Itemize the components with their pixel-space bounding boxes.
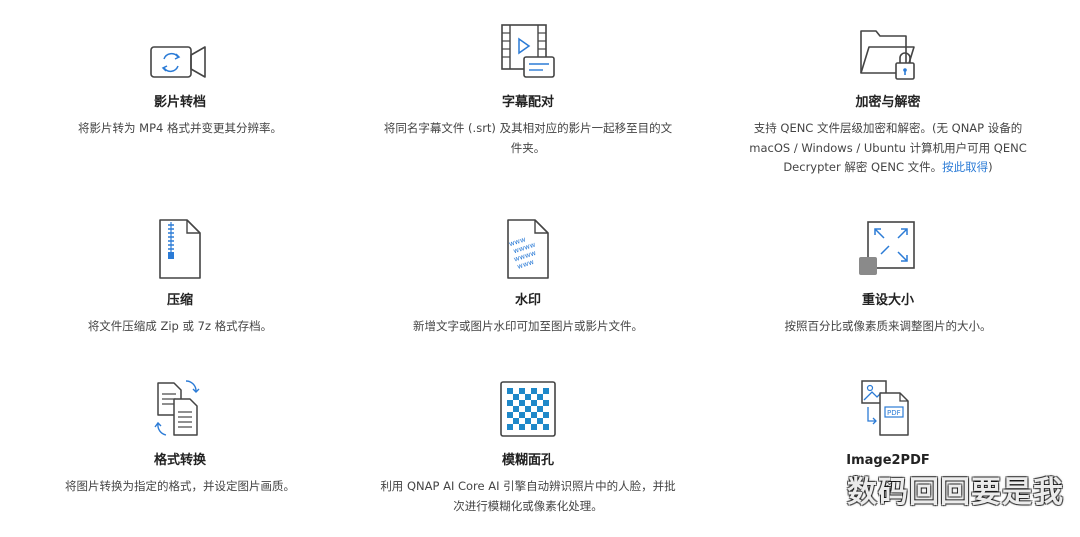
feature-desc-line: Decrypter 解密 QENC 文件。按此取得)	[728, 158, 1048, 178]
feature-desc-line: 将同名字幕文件 (.srt) 及其相对应的影片一起移至目的文	[383, 121, 673, 135]
feature-watermark[interactable]: www wwww wwww www 水印 新增文字或图片水印可加至图片或影片文件…	[348, 214, 708, 344]
feature-title: 压缩	[166, 293, 193, 308]
feature-grid: 影片转档 将影片转为 MP4 格式并变更其分辨率。 字幕配对 将同名字幕文件 (…	[0, 0, 1080, 537]
video-convert-icon	[140, 26, 220, 96]
feature-encrypt[interactable]: 加密与解密 支持 QENC 文件层级加密和解密。(无 QNAP 设备的 macO…	[708, 18, 1068, 188]
watermark-file-icon: www wwww wwww www	[488, 214, 568, 284]
feature-desc-line: macOS / Windows / Ubuntu 计算机用户可用 QENC	[749, 140, 1027, 155]
feature-desc-line: 件夹。	[510, 140, 546, 155]
feature-image2pdf[interactable]: PDF Image2PDF 将	[708, 374, 1068, 514]
feature-title: 影片转档	[153, 95, 206, 110]
feature-desc-line: 支持 QENC 文件层级加密和解密。(无 QNAP 设备的	[753, 121, 1023, 135]
get-decrypter-link[interactable]: 按此取得	[942, 160, 988, 174]
feature-desc: 将文件压缩成 Zip 或 7z 格式存档。	[87, 319, 273, 333]
zip-file-icon	[140, 214, 220, 284]
feature-title: 重设大小	[861, 293, 914, 308]
encrypt-folder-icon	[848, 18, 928, 88]
feature-title: 加密与解密	[855, 95, 921, 110]
feature-desc: 将	[882, 479, 894, 493]
feature-desc: 按照百分比或像素质来调整图片的大小。	[784, 319, 992, 333]
feature-title: 字幕配对	[501, 95, 554, 110]
feature-resize[interactable]: 重设大小 按照百分比或像素质来调整图片的大小。	[708, 214, 1068, 344]
feature-title: 水印	[514, 293, 541, 308]
feature-desc: 将影片转为 MP4 格式并变更其分辨率。	[78, 121, 282, 135]
svg-text:PDF: PDF	[887, 409, 901, 417]
feature-video-convert[interactable]: 影片转档 将影片转为 MP4 格式并变更其分辨率。	[0, 18, 360, 168]
feature-desc: 支持 QENC 文件层级加密和解密。(无 QNAP 设备的 macOS / Wi…	[728, 119, 1048, 178]
image-to-pdf-icon: PDF	[848, 374, 928, 444]
blur-face-icon	[488, 374, 568, 444]
feature-compress[interactable]: 压缩 将文件压缩成 Zip 或 7z 格式存档。	[0, 214, 360, 344]
feature-title: 格式转换	[153, 453, 206, 468]
format-convert-icon	[140, 374, 220, 444]
feature-desc: 将同名字幕文件 (.srt) 及其相对应的影片一起移至目的文 件夹。	[368, 119, 688, 158]
subtitle-match-icon	[488, 18, 568, 88]
feature-blur-face[interactable]: 模糊面孔 利用 QNAP AI Core AI 引擎自动辨识照片中的人脸，并批 …	[348, 374, 708, 524]
feature-desc-text: Decrypter 解密 QENC 文件。	[783, 160, 943, 174]
feature-desc: 利用 QNAP AI Core AI 引擎自动辨识照片中的人脸，并批 次进行模糊…	[368, 477, 688, 516]
feature-desc-line: 次进行模糊化或像素化处理。	[453, 498, 603, 513]
feature-format-convert[interactable]: 格式转换 将图片转换为指定的格式，并设定图片画质。	[0, 374, 360, 514]
feature-title: Image2PDF	[846, 453, 930, 468]
resize-icon	[848, 214, 928, 284]
feature-desc: 新增文字或图片水印可加至图片或影片文件。	[413, 319, 643, 333]
feature-title: 模糊面孔	[501, 453, 554, 468]
feature-desc: 将图片转换为指定的格式，并设定图片画质。	[65, 479, 295, 493]
feature-desc-line: 利用 QNAP AI Core AI 引擎自动辨识照片中的人脸，并批	[380, 479, 676, 493]
feature-subtitle-match[interactable]: 字幕配对 将同名字幕文件 (.srt) 及其相对应的影片一起移至目的文 件夹。	[348, 18, 708, 168]
feature-desc-text: )	[988, 160, 993, 174]
